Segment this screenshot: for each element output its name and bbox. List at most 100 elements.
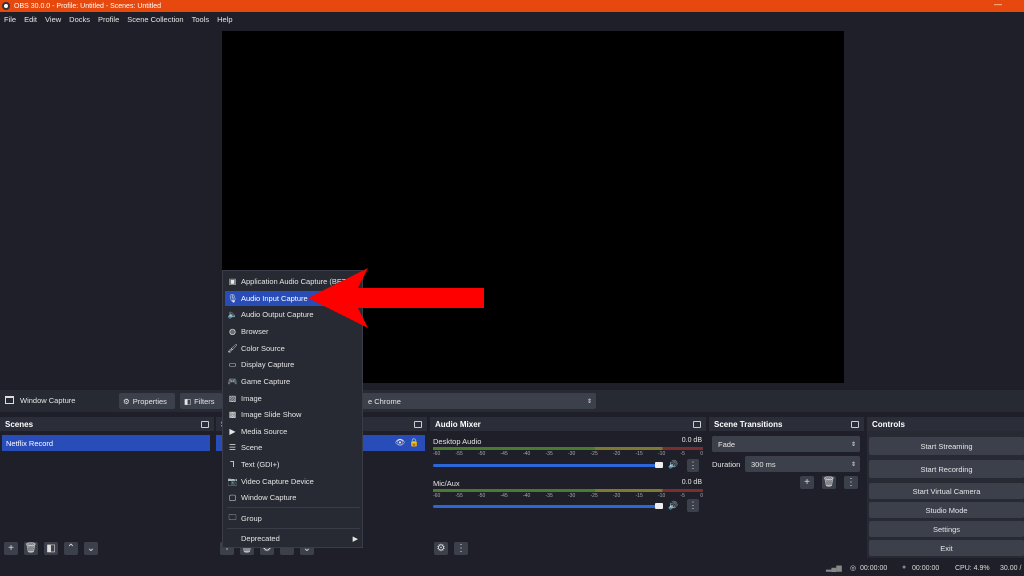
window-icon [5,396,14,404]
camera-icon: 📷 [228,477,237,486]
cpu-usage: CPU: 4.9% [955,565,990,572]
gear-icon: ⚙ [123,397,130,406]
menu-profile[interactable]: Profile [98,15,119,24]
menu-item-display-capture[interactable]: ▭Display Capture [225,357,362,372]
duration-input[interactable]: 300 ms ⇕ [745,456,860,472]
scene-item[interactable]: Netflix Record [2,435,210,451]
minimize-button[interactable]: — [994,0,1002,9]
exit-button[interactable]: Exit [869,540,1024,556]
speaker-icon[interactable]: 🔊 [668,460,678,469]
fps-display: 30.00 / [1000,565,1021,572]
menu-separator [227,528,360,529]
stream-status-icon: ◎ [850,564,856,572]
advanced-audio-gear-icon[interactable]: ⚙ [434,542,448,555]
menu-file[interactable]: File [4,15,16,24]
desktop-audio-slider-knob[interactable] [655,462,663,468]
more-options-icon[interactable]: ⋮ [687,499,699,512]
speaker-icon: 🔈 [228,310,237,319]
filters-button[interactable]: ◧ Filters [180,393,222,409]
desktop-audio-db: 0.0 dB [682,437,702,444]
monitor-icon: ▭ [228,360,237,369]
select-arrows-icon: ⇕ [851,441,856,448]
add-transition-icon[interactable]: + [800,476,814,489]
scenes-title: Scenes [5,420,33,429]
transition-select[interactable]: Fade ⇕ [712,436,860,452]
trash-icon[interactable]: 🗑 [822,476,836,489]
transition-value: Fade [718,440,735,449]
menu-item-game-capture[interactable]: 🎮Game Capture [225,374,362,389]
menu-item-color-source[interactable]: 🖌Color Source [225,341,362,356]
menu-item-window-capture[interactable]: ▢Window Capture [225,490,362,505]
microphone-icon: 🎙 [228,294,237,303]
lock-icon[interactable]: 🔒 [409,438,419,447]
menu-view[interactable]: View [45,15,61,24]
mic-aux-db: 0.0 dB [682,479,702,486]
menu-item-video-capture-device[interactable]: 📷Video Capture Device [225,474,362,489]
menu-item-media-source[interactable]: ▶Media Source [225,424,362,439]
stream-time: 00:00:00 [860,565,887,572]
scene-transitions-dock: Scene Transitions Fade ⇕ Duration 300 ms… [709,417,864,558]
undock-icon[interactable] [201,421,209,428]
mic-aux-slider-knob[interactable] [655,503,663,509]
eye-icon[interactable]: 👁 [395,438,405,447]
start-streaming-button[interactable]: Start Streaming [869,437,1024,455]
add-icon[interactable]: + [4,542,18,555]
menu-item-scene[interactable]: ☰Scene [225,440,362,455]
undock-icon[interactable] [851,421,859,428]
brush-icon: 🖌 [228,344,237,353]
source-toolbar: Window Capture ⚙ Properties ◧ Filters e … [0,390,1024,412]
trash-icon[interactable]: 🗑 [24,542,38,555]
menu-item-image-slide-show[interactable]: ▩Image Slide Show [225,407,362,422]
settings-button[interactable]: Settings [869,521,1024,537]
record-status-icon: ● [902,564,906,571]
undock-icon[interactable] [414,421,422,428]
image-icon: ▨ [228,394,237,403]
desktop-audio-name: Desktop Audio [433,437,481,446]
globe-icon: ◍ [228,327,237,336]
menu-bar: File Edit View Docks Profile Scene Colle… [0,12,1024,27]
controls-title: Controls [872,420,905,429]
desktop-audio-ticks: -60-55-50-45-40-35-30-25-20-15-10-50 [433,451,703,459]
scenes-dock: Scenes Netflix Record + 🗑 ◧ ⌃ ⌄ [0,417,214,558]
network-signal-icon: ▂▄▆ [826,564,842,572]
spinner-icon[interactable]: ⇕ [851,461,856,468]
audio-mixer-dock: Audio Mixer Desktop Audio 0.0 dB -60-55-… [430,417,706,558]
submenu-arrow-icon: ▶ [353,535,358,543]
start-recording-button[interactable]: Start Recording [869,460,1024,478]
app-audio-icon: ▣ [228,277,237,286]
scene-transitions-title: Scene Transitions [714,420,782,429]
menu-tools[interactable]: Tools [192,15,210,24]
menu-docks[interactable]: Docks [69,15,90,24]
menu-item-group[interactable]: 🗀Group [225,511,362,526]
menu-help[interactable]: Help [217,15,232,24]
undock-icon[interactable] [693,421,701,428]
menu-scene-collection[interactable]: Scene Collection [127,15,183,24]
speaker-icon[interactable]: 🔊 [668,501,678,510]
obs-logo-icon [2,2,10,10]
window-select[interactable]: e Chrome ⇕ [362,393,596,409]
menu-item-text-gdi[interactable]: ꞀText (GDI+) [225,457,362,472]
play-icon: ▶ [228,427,237,436]
title-bar: OBS 30.0.0 - Profile: Untitled - Scenes:… [0,0,1024,12]
menu-item-image[interactable]: ▨Image [225,391,362,406]
move-up-icon[interactable]: ⌃ [64,542,78,555]
audio-mixer-title: Audio Mixer [435,420,481,429]
properties-button[interactable]: ⚙ Properties [119,393,175,409]
more-options-icon[interactable]: ⋮ [454,542,468,555]
mic-aux-name: Mic/Aux [433,479,460,488]
slideshow-icon: ▩ [228,410,237,419]
mic-aux-volume-slider[interactable] [433,505,663,508]
more-options-icon[interactable]: ⋮ [687,459,699,472]
more-options-icon[interactable]: ⋮ [844,476,858,489]
start-virtual-camera-button[interactable]: Start Virtual Camera [869,483,1024,499]
folder-icon: 🗀 [228,514,237,523]
window-icon: ▢ [228,493,237,502]
menu-edit[interactable]: Edit [24,15,37,24]
window-select-value: e Chrome [368,397,401,406]
filter-icon[interactable]: ◧ [44,542,58,555]
studio-mode-button[interactable]: Studio Mode [869,502,1024,518]
move-down-icon[interactable]: ⌄ [84,542,98,555]
desktop-audio-volume-slider[interactable] [433,464,663,467]
menu-item-deprecated[interactable]: Deprecated▶ [225,531,362,546]
record-time: 00:00:00 [912,565,939,572]
